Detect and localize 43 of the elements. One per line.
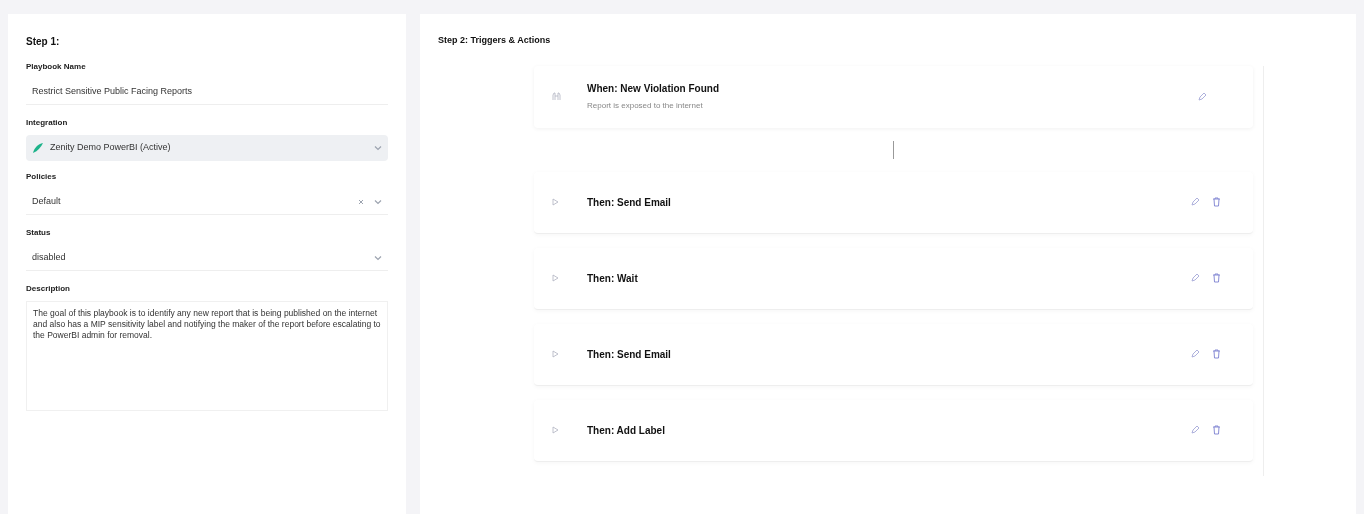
delete-icon[interactable] [1212, 197, 1221, 207]
action-card[interactable]: Then: Send Email [534, 171, 1253, 234]
description-textarea[interactable]: The goal of this playbook is to identify any new report that is being published on the internet and also has a MIP sensitivity label and notifying the maker of the report before escalating to the PowerBI admin for removal. [26, 301, 388, 411]
field-label: Integration [26, 117, 69, 129]
edit-icon[interactable] [1190, 349, 1200, 359]
connector-line [893, 140, 894, 159]
delete-icon[interactable] [1212, 425, 1221, 435]
play-icon [552, 350, 559, 358]
action-card[interactable]: Then: Wait [534, 247, 1253, 310]
edit-icon[interactable] [1190, 273, 1200, 283]
integration-dropdown[interactable]: Zenity Demo PowerBI (Active) [26, 135, 388, 161]
edit-icon[interactable] [1190, 425, 1200, 435]
action-card[interactable]: Then: Add Label [534, 399, 1253, 462]
edit-icon[interactable] [1197, 91, 1207, 102]
binoculars-icon [552, 92, 561, 101]
play-icon [552, 198, 559, 206]
trigger-card[interactable]: When: New Violation Found Report is exposed to the internet [534, 65, 1253, 128]
edit-icon[interactable] [1190, 197, 1200, 207]
text-field[interactable]: Restrict Sensitive Public Facing Reports [26, 79, 388, 105]
step-title: Then: Send Email [587, 347, 672, 362]
step-title: Then: Add Label [587, 423, 666, 438]
policies-select[interactable]: Default [26, 189, 388, 215]
status-select[interactable]: disabled [26, 245, 388, 271]
chevron-icon [374, 145, 382, 151]
field-label: Description [26, 283, 71, 295]
chevron-icon [374, 254, 382, 261]
leaf-logo-icon [32, 142, 44, 154]
section-title: Step 1: [26, 35, 61, 49]
chevron-icon [374, 198, 382, 205]
delete-icon[interactable] [1212, 273, 1221, 283]
step-title: Then: Wait [587, 271, 639, 286]
step-title: When: New Violation Found [587, 82, 721, 96]
step-title: Then: Send Email [587, 195, 672, 210]
play-icon [552, 426, 559, 434]
play-icon [552, 274, 559, 282]
clear-icon[interactable] [358, 198, 364, 205]
field-label: Policies [26, 171, 58, 183]
step-subtitle: Report is exposed to the internet [587, 100, 704, 112]
section-title: Step 2: Triggers & Actions [438, 34, 552, 47]
delete-icon[interactable] [1212, 349, 1221, 359]
field-label: Playbook Name [26, 61, 87, 73]
action-card[interactable]: Then: Send Email [534, 323, 1253, 386]
field-label: Status [26, 227, 52, 239]
